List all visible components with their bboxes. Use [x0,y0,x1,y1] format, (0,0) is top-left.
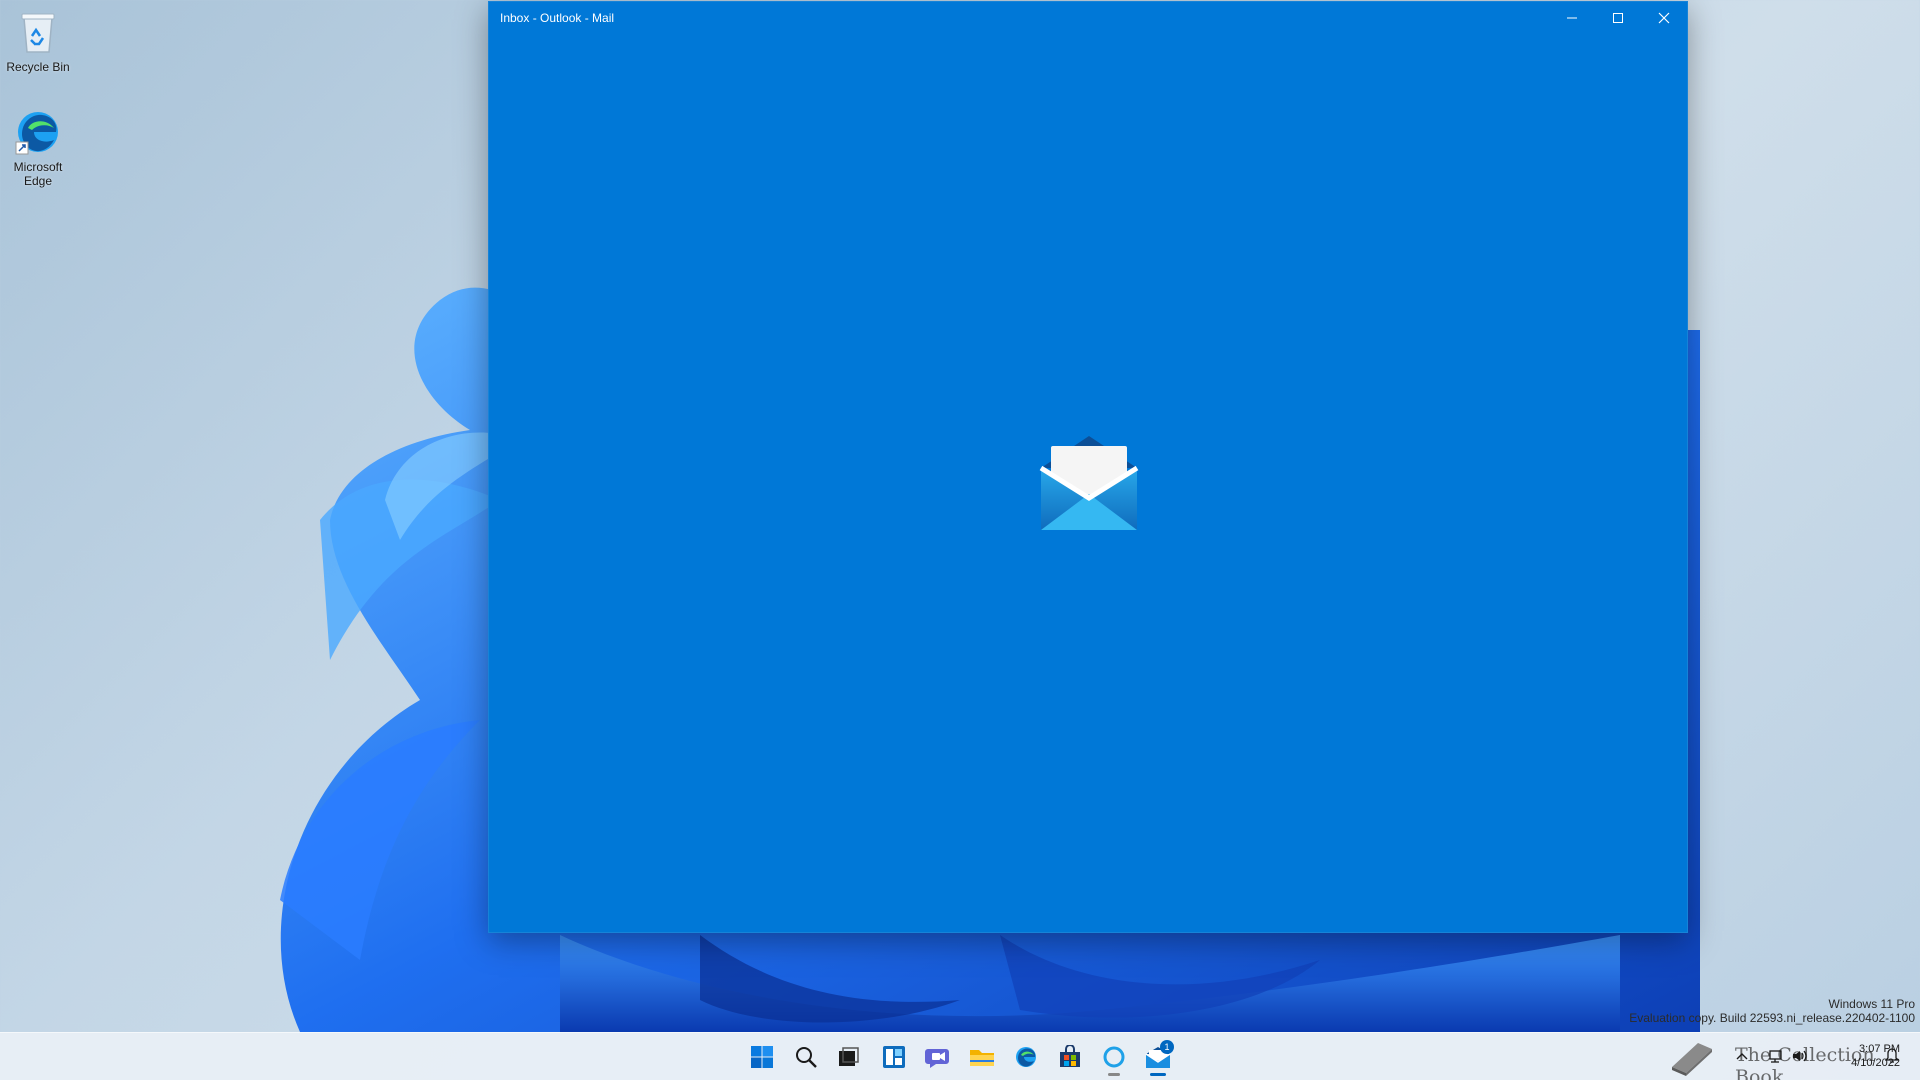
taskbar-widgets-button[interactable] [874,1037,914,1077]
tray-network-button[interactable] [1766,1046,1786,1066]
taskbar-search-button[interactable] [786,1037,826,1077]
taskbar-start-button[interactable] [742,1037,782,1077]
folder-icon [970,1050,994,1066]
watermark-edition: Windows 11 Pro [1828,997,1915,1011]
taskbar-edge-button[interactable] [1006,1037,1046,1077]
minimize-icon [1567,17,1577,19]
cortana-icon [1103,1046,1125,1068]
store-icon [1060,1045,1080,1067]
windows-watermark: Windows 11 Pro Evaluation copy. Build 22… [1629,997,1915,1025]
chat-icon [925,1049,949,1068]
mail-badge: 1 [1160,1040,1174,1054]
taskbar-task-view-button[interactable] [828,1037,868,1077]
taskbar-mail-button[interactable]: 1 [1138,1037,1178,1077]
taskbar-chat-button[interactable] [918,1037,958,1077]
taskbar-store-button[interactable] [1050,1037,1090,1077]
taskbar-file-explorer-button[interactable] [962,1037,1002,1077]
windows-start-icon [751,1046,773,1068]
running-indicator [1108,1073,1120,1076]
minimize-button[interactable] [1549,2,1595,34]
maximize-icon [1613,13,1623,23]
widgets-icon [883,1046,905,1068]
edge-icon [1016,1047,1036,1067]
desktop-icon-edge[interactable]: Microsoft Edge [4,106,72,188]
book-logo-icon [1672,1043,1712,1076]
network-icon [1769,1050,1782,1063]
taskbar: 1 The Collection Book [0,1032,1920,1080]
close-button[interactable] [1641,2,1687,34]
volume-icon [1793,1050,1807,1062]
notification-icon [1885,1048,1899,1063]
close-icon [1658,12,1670,24]
edge-icon [12,106,64,158]
desktop-icon-recycle-bin[interactable]: Recycle Bin [4,6,72,74]
active-indicator [1150,1073,1166,1076]
notification-button[interactable] [1882,1046,1902,1066]
desktop-icon-label: Recycle Bin [6,60,70,74]
task-view-icon [839,1047,859,1066]
watermark-build: Evaluation copy. Build 22593.ni_release.… [1629,1011,1915,1025]
title-bar[interactable]: Inbox - Outlook - Mail [489,2,1687,34]
taskbar-cortana-button[interactable] [1094,1037,1134,1077]
mail-envelope-icon [1039,436,1139,530]
recycle-bin-icon [12,6,64,58]
window-title: Inbox - Outlook - Mail [500,11,615,25]
maximize-button[interactable] [1595,2,1641,34]
tray-overflow-button[interactable] [1732,1046,1752,1066]
chevron-up-icon [1736,1053,1748,1060]
desktop-icon-label: Microsoft Edge [13,160,63,188]
mail-window[interactable]: Inbox - Outlook - Mail [488,1,1688,933]
tray-volume-button[interactable] [1790,1046,1810,1066]
search-icon [796,1047,817,1068]
